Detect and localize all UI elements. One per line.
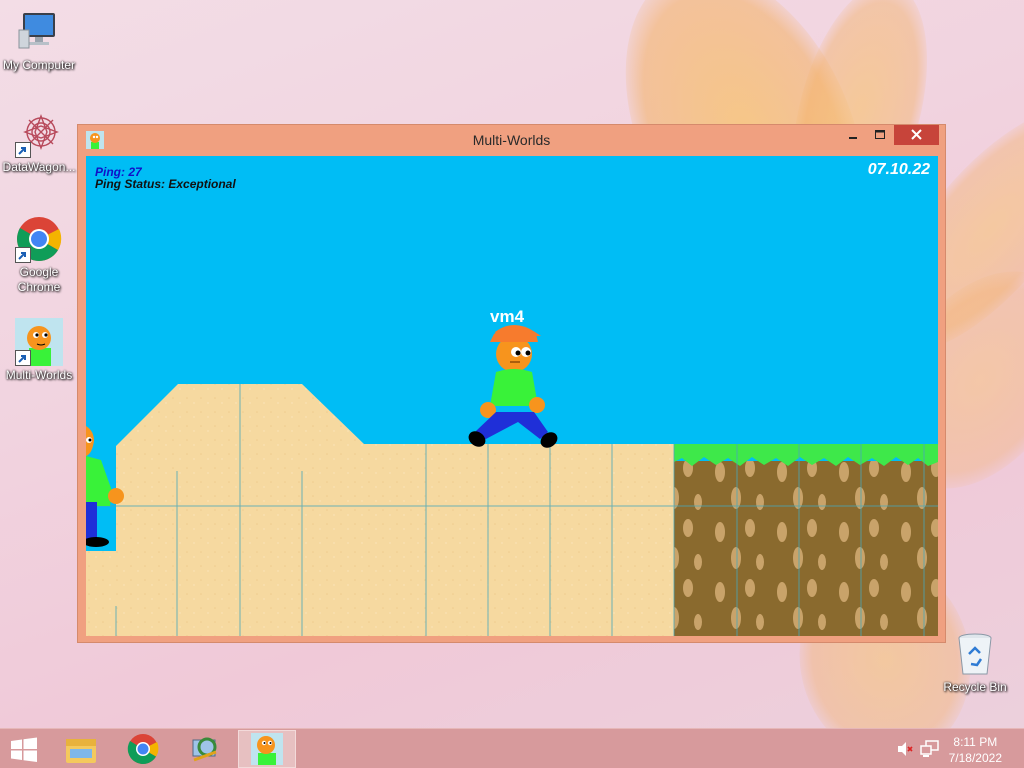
ping-hud: Ping: 27 Ping Status: Exceptional — [95, 166, 236, 190]
maximize-button[interactable] — [867, 125, 893, 145]
minimize-icon — [849, 137, 857, 139]
minimize-button[interactable] — [840, 125, 866, 145]
taskbar-multi-worlds[interactable] — [238, 730, 296, 768]
taskbar-clock[interactable]: 8:11 PM 7/18/2022 — [949, 734, 1002, 766]
desktop-icon-label: Google Chrome — [17, 265, 61, 294]
clock-time: 8:11 PM — [953, 735, 998, 749]
ping-status: Ping Status: Exceptional — [95, 177, 236, 191]
network-button[interactable] — [920, 740, 940, 762]
shortcut-arrow-icon — [15, 247, 31, 263]
network-app-icon — [192, 737, 217, 762]
desktop-icon-datawagon[interactable]: DataWagon... — [1, 110, 77, 175]
chrome-icon — [15, 215, 63, 263]
taskbar: 8:11 PM 7/18/2022 — [0, 728, 1024, 768]
volume-muted-icon — [898, 742, 913, 756]
sand-terrain — [86, 384, 674, 636]
player-name-tag: vm4 — [490, 307, 525, 326]
multi-worlds-icon — [251, 733, 283, 765]
file-explorer-icon — [66, 739, 96, 763]
desktop-icon-label: DataWagon... — [2, 160, 76, 174]
multi-worlds-icon — [15, 318, 63, 366]
desktop-icon-google-chrome[interactable]: Google Chrome — [1, 215, 77, 295]
network-icon — [920, 740, 939, 757]
desktop-icon-label: Recycle Bin — [943, 680, 1007, 694]
volume-button[interactable] — [896, 740, 914, 762]
dirt-terrain — [674, 461, 938, 636]
window-titlebar[interactable]: Multi-Worlds — [78, 125, 945, 155]
shortcut-arrow-icon — [15, 142, 31, 158]
recycle-bin-icon — [951, 630, 999, 678]
maximize-icon — [875, 130, 885, 139]
taskbar-chrome[interactable] — [114, 730, 172, 768]
desktop-icon-label: Multi-Worlds — [5, 368, 73, 382]
player-character — [468, 325, 558, 448]
desktop: My Computer DataWagon... Google Chrome M… — [0, 0, 1024, 728]
taskbar-network-app[interactable] — [176, 730, 234, 768]
game-date: 07.10.22 — [867, 161, 930, 178]
start-icon — [11, 737, 37, 762]
desktop-icon-label: My Computer — [2, 58, 76, 72]
computer-icon — [15, 8, 63, 56]
chrome-icon — [127, 734, 159, 765]
app-window: Multi-Worlds Ping: 27 Ping Status: Excep… — [77, 124, 946, 643]
game-scene — [86, 325, 938, 636]
shortcut-arrow-icon — [15, 350, 31, 366]
clock-date: 7/18/2022 — [948, 751, 1002, 765]
game-canvas[interactable]: Ping: 27 Ping Status: Exceptional 07.10.… — [86, 156, 938, 636]
close-icon — [911, 129, 922, 140]
datawagon-icon — [15, 110, 63, 158]
window-title: Multi-Worlds — [472, 132, 551, 148]
desktop-icon-my-computer[interactable]: My Computer — [1, 8, 77, 73]
start-button[interactable] — [0, 730, 48, 768]
close-button[interactable] — [894, 125, 939, 145]
taskbar-file-explorer[interactable] — [52, 730, 110, 768]
desktop-icon-multi-worlds[interactable]: Multi-Worlds — [1, 318, 77, 383]
desktop-icon-recycle-bin[interactable]: Recycle Bin — [937, 630, 1013, 695]
